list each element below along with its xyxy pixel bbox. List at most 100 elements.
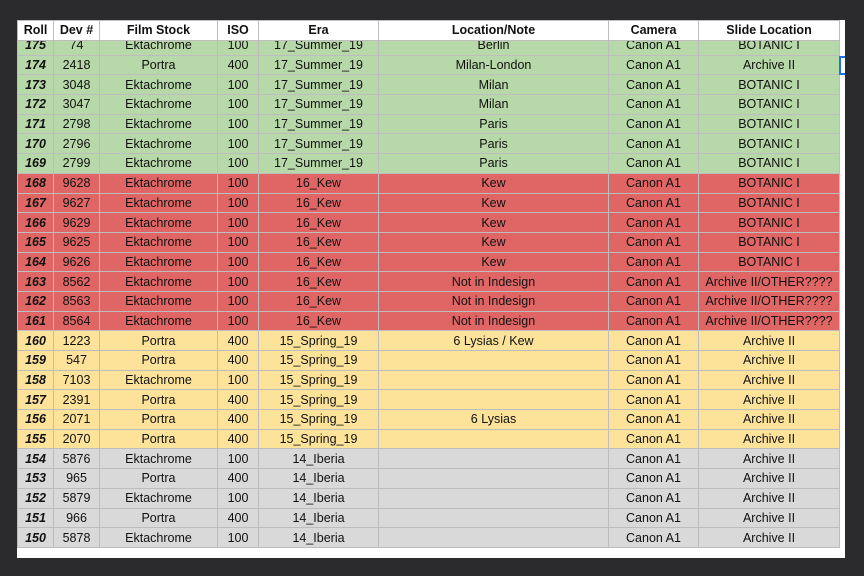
location-note-cell[interactable]: Not in Indesign bbox=[378, 271, 609, 292]
era-cell[interactable]: 17_Summer_19 bbox=[258, 39, 379, 56]
slide-location-cell[interactable]: Archive II bbox=[698, 428, 840, 450]
era-cell[interactable]: 16_Kew bbox=[258, 251, 379, 273]
dev-cell[interactable]: 2071 bbox=[53, 409, 100, 430]
film-stock-cell[interactable]: Ektachrome bbox=[99, 133, 218, 155]
camera-cell[interactable]: Canon A1 bbox=[608, 330, 699, 351]
film-stock-cell[interactable]: Ektachrome bbox=[99, 172, 218, 194]
camera-cell[interactable]: Canon A1 bbox=[608, 271, 699, 292]
column-header-slide-location[interactable]: Slide Location bbox=[698, 20, 840, 41]
film-stock-cell[interactable]: Portra bbox=[99, 428, 218, 450]
iso-cell[interactable]: 100 bbox=[217, 153, 259, 174]
slide-location-cell[interactable]: Archive II/OTHER???? bbox=[698, 310, 840, 332]
iso-cell[interactable]: 400 bbox=[217, 507, 259, 529]
iso-cell[interactable]: 100 bbox=[217, 448, 259, 470]
era-cell[interactable]: 15_Spring_19 bbox=[258, 350, 379, 371]
camera-cell[interactable]: Canon A1 bbox=[608, 54, 699, 76]
location-note-cell[interactable] bbox=[378, 350, 609, 371]
dev-cell[interactable]: 8563 bbox=[53, 290, 100, 312]
slide-location-cell[interactable]: BOTANIC I bbox=[698, 74, 840, 96]
iso-cell[interactable]: 400 bbox=[217, 409, 259, 430]
dev-cell[interactable]: 5879 bbox=[53, 487, 100, 509]
camera-cell[interactable]: Canon A1 bbox=[608, 251, 699, 273]
film-stock-cell[interactable]: Ektachrome bbox=[99, 113, 218, 135]
iso-cell[interactable]: 100 bbox=[217, 251, 259, 273]
dev-cell[interactable]: 9626 bbox=[53, 251, 100, 273]
location-note-cell[interactable]: Not in Indesign bbox=[378, 290, 609, 312]
dev-cell[interactable]: 965 bbox=[53, 468, 100, 489]
slide-location-cell[interactable]: BOTANIC I bbox=[698, 172, 840, 194]
dev-cell[interactable]: 9628 bbox=[53, 172, 100, 194]
roll-cell[interactable]: 175 bbox=[17, 39, 54, 56]
film-stock-cell[interactable]: Portra bbox=[99, 468, 218, 489]
roll-cell[interactable]: 157 bbox=[17, 389, 54, 411]
roll-cell[interactable]: 158 bbox=[17, 369, 54, 391]
slide-location-cell[interactable]: Archive II/OTHER???? bbox=[698, 271, 840, 292]
roll-cell[interactable]: 167 bbox=[17, 192, 54, 214]
slide-location-cell[interactable]: Archive II bbox=[698, 527, 840, 548]
slide-location-cell[interactable]: Archive II bbox=[698, 54, 840, 76]
dev-cell[interactable]: 547 bbox=[53, 350, 100, 371]
slide-location-cell[interactable]: Archive II bbox=[698, 468, 840, 489]
camera-cell[interactable]: Canon A1 bbox=[608, 231, 699, 253]
location-note-cell[interactable]: Kew bbox=[378, 212, 609, 233]
camera-cell[interactable]: Canon A1 bbox=[608, 290, 699, 312]
location-note-cell[interactable] bbox=[378, 448, 609, 470]
era-cell[interactable]: 16_Kew bbox=[258, 231, 379, 253]
location-note-cell[interactable]: Milan-London bbox=[378, 54, 609, 76]
slide-location-cell[interactable]: Archive II bbox=[698, 409, 840, 430]
slide-location-cell[interactable]: Archive II bbox=[698, 507, 840, 529]
roll-cell[interactable]: 174 bbox=[17, 54, 54, 76]
film-stock-cell[interactable]: Ektachrome bbox=[99, 231, 218, 253]
film-stock-cell[interactable]: Ektachrome bbox=[99, 369, 218, 391]
roll-cell[interactable]: 171 bbox=[17, 113, 54, 135]
film-stock-cell[interactable]: Ektachrome bbox=[99, 448, 218, 470]
location-note-cell[interactable]: Berlin bbox=[378, 39, 609, 56]
camera-cell[interactable]: Canon A1 bbox=[608, 350, 699, 371]
roll-cell[interactable]: 164 bbox=[17, 251, 54, 273]
location-note-cell[interactable] bbox=[378, 468, 609, 489]
location-note-cell[interactable]: 6 Lysias bbox=[378, 409, 609, 430]
camera-cell[interactable]: Canon A1 bbox=[608, 133, 699, 155]
column-header-dev[interactable]: Dev # bbox=[53, 20, 100, 41]
dev-cell[interactable]: 2796 bbox=[53, 133, 100, 155]
slide-location-cell[interactable]: BOTANIC I bbox=[698, 113, 840, 135]
camera-cell[interactable]: Canon A1 bbox=[608, 39, 699, 56]
iso-cell[interactable]: 100 bbox=[217, 74, 259, 96]
column-header-location-note[interactable]: Location/Note bbox=[378, 20, 609, 41]
slide-location-cell[interactable]: BOTANIC I bbox=[698, 39, 840, 56]
film-stock-cell[interactable]: Ektachrome bbox=[99, 212, 218, 233]
camera-cell[interactable]: Canon A1 bbox=[608, 487, 699, 509]
era-cell[interactable]: 14_Iberia bbox=[258, 448, 379, 470]
slide-location-cell[interactable]: Archive II bbox=[698, 330, 840, 351]
iso-cell[interactable]: 100 bbox=[217, 39, 259, 56]
dev-cell[interactable]: 9629 bbox=[53, 212, 100, 233]
roll-cell[interactable]: 173 bbox=[17, 74, 54, 96]
camera-cell[interactable]: Canon A1 bbox=[608, 389, 699, 411]
iso-cell[interactable]: 100 bbox=[217, 290, 259, 312]
camera-cell[interactable]: Canon A1 bbox=[608, 468, 699, 489]
film-stock-cell[interactable]: Ektachrome bbox=[99, 74, 218, 96]
location-note-cell[interactable] bbox=[378, 369, 609, 391]
dev-cell[interactable]: 74 bbox=[53, 39, 100, 56]
era-cell[interactable]: 15_Spring_19 bbox=[258, 369, 379, 391]
roll-cell[interactable]: 170 bbox=[17, 133, 54, 155]
iso-cell[interactable]: 100 bbox=[217, 113, 259, 135]
location-note-cell[interactable] bbox=[378, 527, 609, 548]
film-stock-cell[interactable]: Portra bbox=[99, 507, 218, 529]
column-header-camera[interactable]: Camera bbox=[608, 20, 699, 41]
location-note-cell[interactable]: Paris bbox=[378, 113, 609, 135]
camera-cell[interactable]: Canon A1 bbox=[608, 409, 699, 430]
location-note-cell[interactable]: Milan bbox=[378, 94, 609, 115]
roll-cell[interactable]: 152 bbox=[17, 487, 54, 509]
film-stock-cell[interactable]: Portra bbox=[99, 330, 218, 351]
film-stock-cell[interactable]: Portra bbox=[99, 54, 218, 76]
dev-cell[interactable]: 9625 bbox=[53, 231, 100, 253]
film-stock-cell[interactable]: Ektachrome bbox=[99, 39, 218, 56]
location-note-cell[interactable]: Kew bbox=[378, 251, 609, 273]
slide-location-cell[interactable]: Archive II bbox=[698, 350, 840, 371]
era-cell[interactable]: 15_Spring_19 bbox=[258, 428, 379, 450]
slide-location-cell[interactable]: BOTANIC I bbox=[698, 94, 840, 115]
roll-cell[interactable]: 165 bbox=[17, 231, 54, 253]
film-stock-cell[interactable]: Ektachrome bbox=[99, 251, 218, 273]
iso-cell[interactable]: 100 bbox=[217, 369, 259, 391]
